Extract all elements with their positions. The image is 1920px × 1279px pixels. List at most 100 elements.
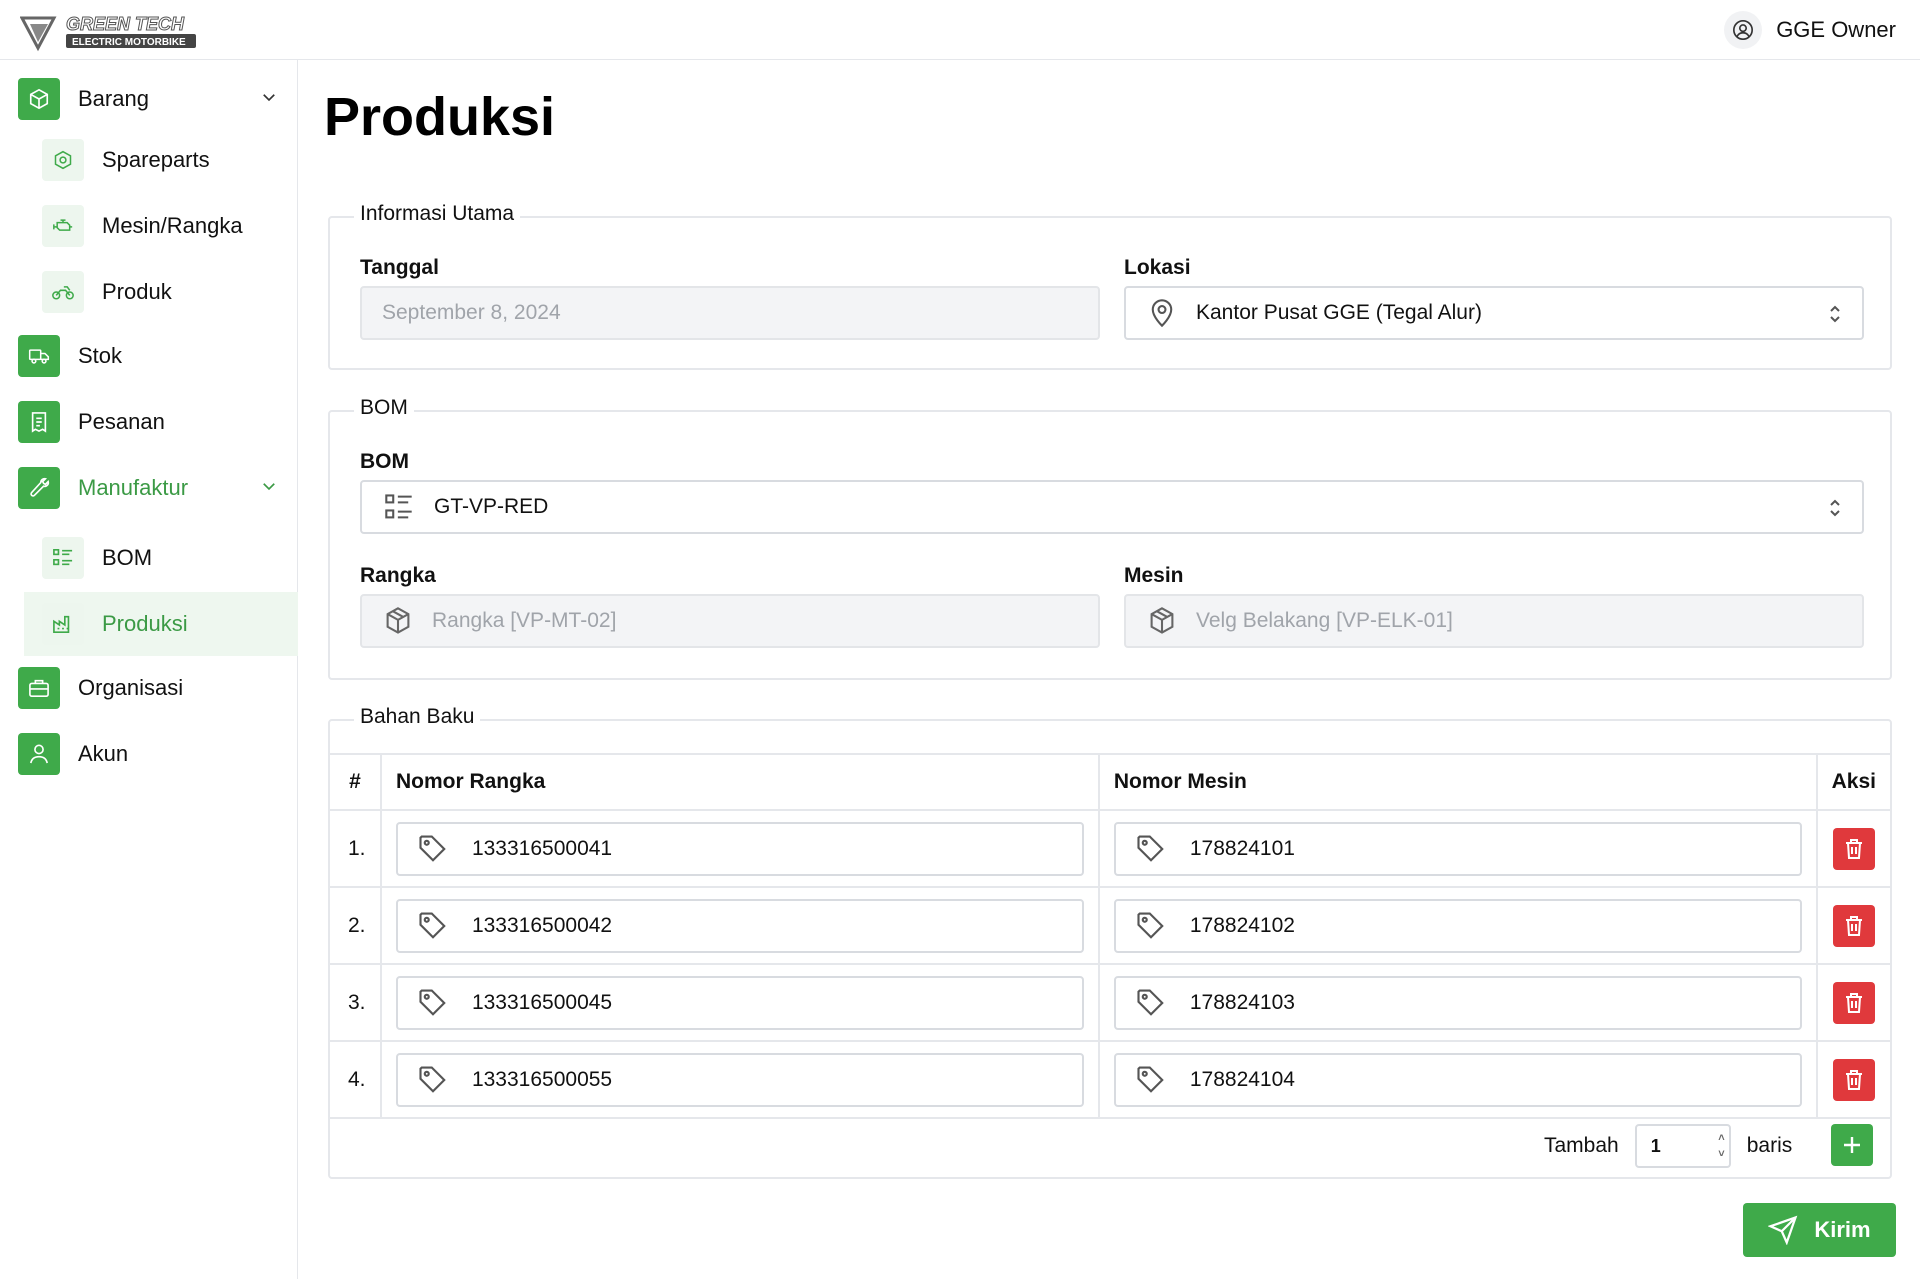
- delete-row-button[interactable]: [1832, 827, 1875, 870]
- rangka-value: Rangka [VP-MT-02]: [432, 609, 617, 632]
- tools-icon: [18, 467, 60, 509]
- bom-label: BOM: [360, 450, 409, 473]
- sidebar-item-produksi[interactable]: Produksi: [24, 592, 298, 656]
- rangka-field[interactable]: Rangka [VP-MT-02]: [360, 594, 1100, 648]
- delete-row-button[interactable]: [1832, 904, 1875, 947]
- nomor-mesin-input[interactable]: 178824102: [1113, 898, 1802, 953]
- user-menu[interactable]: GGE Owner: [1724, 11, 1896, 49]
- row-number: 3.: [330, 964, 381, 1042]
- top-bar: GREEN TECH ELECTRIC MOTORBIKE GGE Owner: [0, 0, 1920, 60]
- box-icon: [384, 606, 412, 636]
- nomor-mesin-value: 178824101: [1189, 836, 1295, 860]
- nomor-mesin-value: 178824103: [1189, 990, 1295, 1014]
- plus-icon: [1844, 1137, 1860, 1153]
- chevron-up-down-icon: [1830, 305, 1840, 323]
- add-rows-button[interactable]: [1831, 1124, 1873, 1166]
- delete-row-button[interactable]: [1832, 981, 1875, 1024]
- table-header-row: # Nomor Rangka Nomor Mesin Aksi: [330, 753, 1890, 811]
- nomor-rangka-input[interactable]: 133316500041: [395, 821, 1084, 876]
- column-header-nomor-rangka: Nomor Rangka: [379, 753, 1099, 811]
- engine-icon: [42, 205, 84, 247]
- submit-button[interactable]: Kirim: [1743, 1203, 1896, 1257]
- nomor-rangka-input[interactable]: 133316500045: [395, 975, 1084, 1030]
- receipt-icon: [18, 401, 60, 443]
- sidebar-item-label: Pesanan: [78, 409, 165, 434]
- row-count-value: 1: [1650, 1135, 1661, 1156]
- tag-icon: [1136, 834, 1166, 864]
- sidebar-item-organisasi[interactable]: Organisasi: [0, 659, 298, 717]
- table-row: 1. 133316500041 178824101: [330, 810, 1890, 888]
- bahan-baku-table: # Nomor Rangka Nomor Mesin Aksi 1. 13331…: [330, 753, 1890, 1119]
- list-icon: [384, 493, 414, 521]
- nomor-rangka-value: 133316500042: [471, 913, 613, 937]
- tag-icon: [1136, 1065, 1166, 1095]
- delete-row-button[interactable]: [1832, 1058, 1875, 1101]
- nomor-mesin-input[interactable]: 178824103: [1113, 975, 1802, 1030]
- add-rows-label: Tambah: [1544, 1134, 1619, 1157]
- column-header-nomor-mesin: Nomor Mesin: [1097, 753, 1817, 811]
- table-row: 2. 133316500042 178824102: [330, 887, 1890, 965]
- mesin-field[interactable]: Velg Belakang [VP-ELK-01]: [1124, 594, 1864, 648]
- fieldset-bahan-baku: Bahan Baku # Nomor Rangka Nomor Mesin Ak…: [328, 705, 1892, 1179]
- fieldset-legend: Informasi Utama: [354, 202, 521, 226]
- svg-text:ELECTRIC MOTORBIKE: ELECTRIC MOTORBIKE: [72, 37, 186, 48]
- sidebar-item-akun[interactable]: Akun: [0, 725, 298, 783]
- sidebar-item-manufaktur[interactable]: Manufaktur: [0, 459, 298, 517]
- chevron-up-down-icon: [1830, 499, 1840, 517]
- box-icon: [18, 78, 60, 120]
- nomor-mesin-value: 178824102: [1189, 913, 1295, 937]
- nomor-mesin-value: 178824104: [1189, 1067, 1295, 1091]
- mesin-value: Velg Belakang [VP-ELK-01]: [1196, 609, 1453, 632]
- tanggal-field[interactable]: September 8, 2024: [360, 286, 1100, 340]
- sidebar-item-stok[interactable]: Stok: [0, 327, 298, 385]
- sidebar-item-label: Manufaktur: [78, 475, 189, 500]
- tag-icon: [418, 988, 448, 1018]
- stepper-arrows-icon[interactable]: ˄ ˅: [1718, 1130, 1724, 1162]
- tag-icon: [418, 1065, 448, 1095]
- sidebar-item-spareparts[interactable]: Spareparts: [24, 128, 298, 192]
- chevron-down-icon: [263, 483, 275, 491]
- box-icon: [1148, 606, 1176, 636]
- row-number: 4.: [330, 1041, 381, 1119]
- tanggal-label: Tanggal: [360, 256, 439, 279]
- tag-icon: [418, 911, 448, 941]
- sidebar-item-label: Stok: [78, 343, 123, 368]
- bom-value: GT-VP-RED: [434, 495, 549, 518]
- sidebar-item-label: Produk: [102, 279, 172, 304]
- sidebar-item-produk[interactable]: Produk: [24, 260, 298, 324]
- truck-icon: [18, 335, 60, 377]
- sidebar-item-pesanan[interactable]: Pesanan: [0, 393, 298, 451]
- motorbike-icon: [42, 271, 84, 313]
- nomor-rangka-value: 133316500055: [471, 1067, 613, 1091]
- nomor-rangka-input[interactable]: 133316500055: [395, 1052, 1084, 1107]
- send-icon: [1768, 1215, 1798, 1245]
- svg-text:GREEN TECH: GREEN TECH: [66, 14, 185, 34]
- mesin-label: Mesin: [1124, 564, 1184, 587]
- fieldset-bom: BOM BOM GT-VP-RED Rangka Rangka [VP-MT-0…: [328, 396, 1892, 680]
- nut-icon: [42, 139, 84, 181]
- row-number: 1.: [330, 810, 381, 888]
- rangka-label: Rangka: [360, 564, 436, 587]
- nomor-rangka-input[interactable]: 133316500042: [395, 898, 1084, 953]
- sidebar-item-bom[interactable]: BOM: [24, 526, 298, 590]
- trash-icon: [1845, 915, 1862, 936]
- brand-logo[interactable]: GREEN TECH ELECTRIC MOTORBIKE: [19, 12, 200, 52]
- nomor-mesin-input[interactable]: 178824104: [1113, 1052, 1802, 1107]
- row-number: 2.: [330, 887, 381, 965]
- bom-select[interactable]: GT-VP-RED: [360, 480, 1864, 534]
- factory-icon: [42, 603, 84, 645]
- row-count-stepper[interactable]: 1 ˄ ˅: [1634, 1124, 1731, 1168]
- trash-icon: [1845, 992, 1862, 1013]
- list-icon: [42, 537, 84, 579]
- nomor-mesin-input[interactable]: 178824101: [1113, 821, 1802, 876]
- tag-icon: [418, 834, 448, 864]
- column-header-aksi: Aksi: [1815, 753, 1890, 811]
- sidebar-item-barang[interactable]: Barang: [0, 70, 298, 128]
- lokasi-select[interactable]: Kantor Pusat GGE (Tegal Alur): [1124, 286, 1864, 340]
- tag-icon: [1136, 911, 1166, 941]
- trash-icon: [1845, 838, 1862, 859]
- sidebar-item-mesin-rangka[interactable]: Mesin/Rangka: [24, 194, 298, 258]
- sidebar-item-label: Akun: [78, 741, 129, 766]
- table-row: 4. 133316500055 178824104: [330, 1041, 1890, 1119]
- fieldset-informasi-utama: Informasi Utama Tanggal September 8, 202…: [328, 202, 1892, 370]
